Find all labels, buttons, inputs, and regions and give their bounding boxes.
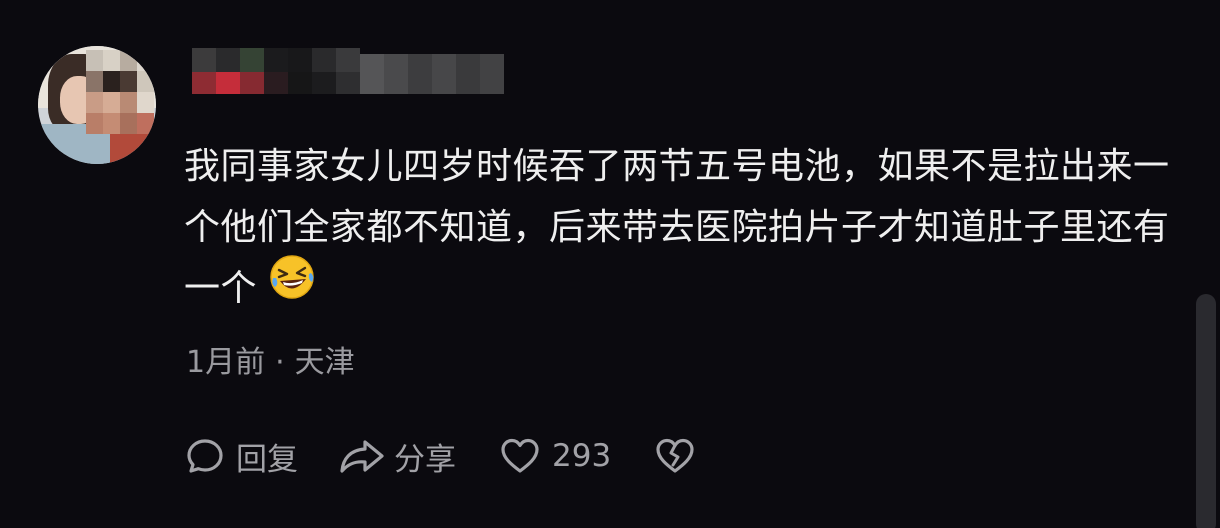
username-blurred[interactable] bbox=[192, 48, 504, 98]
dislike-button[interactable] bbox=[655, 438, 695, 474]
comment-location: 天津 bbox=[294, 345, 355, 380]
comment-actions: 回复 分享 293 bbox=[186, 432, 695, 480]
share-button[interactable]: 分享 bbox=[338, 434, 456, 479]
meta-separator: · bbox=[275, 345, 285, 380]
user-avatar[interactable] bbox=[38, 46, 156, 164]
like-count: 293 bbox=[552, 438, 612, 474]
comment-item: 我同事家女儿四岁时候吞了两节五号电池，如果不是拉出来一个他们全家都不知道，后来带… bbox=[0, 0, 1220, 528]
heart-icon bbox=[500, 438, 540, 474]
speech-bubble-icon bbox=[186, 437, 224, 475]
comment-body: 我同事家女儿四岁时候吞了两节五号电池，如果不是拉出来一个他们全家都不知道，后来带… bbox=[184, 146, 1170, 309]
broken-heart-icon bbox=[655, 438, 695, 474]
avatar-mosaic-blur bbox=[86, 50, 154, 134]
reply-button[interactable]: 回复 bbox=[186, 434, 298, 479]
like-button[interactable]: 293 bbox=[500, 438, 611, 474]
reply-label: 回复 bbox=[236, 441, 298, 478]
laughing-emoji-icon bbox=[269, 254, 315, 319]
share-arrow-icon bbox=[338, 437, 386, 475]
share-label: 分享 bbox=[394, 441, 456, 478]
comment-meta: 1月前 · 天津 bbox=[186, 340, 355, 386]
scrollbar-thumb[interactable] bbox=[1196, 294, 1216, 528]
comment-text: 我同事家女儿四岁时候吞了两节五号电池，如果不是拉出来一个他们全家都不知道，后来带… bbox=[184, 136, 1174, 319]
comment-time: 1月前 bbox=[186, 345, 266, 380]
